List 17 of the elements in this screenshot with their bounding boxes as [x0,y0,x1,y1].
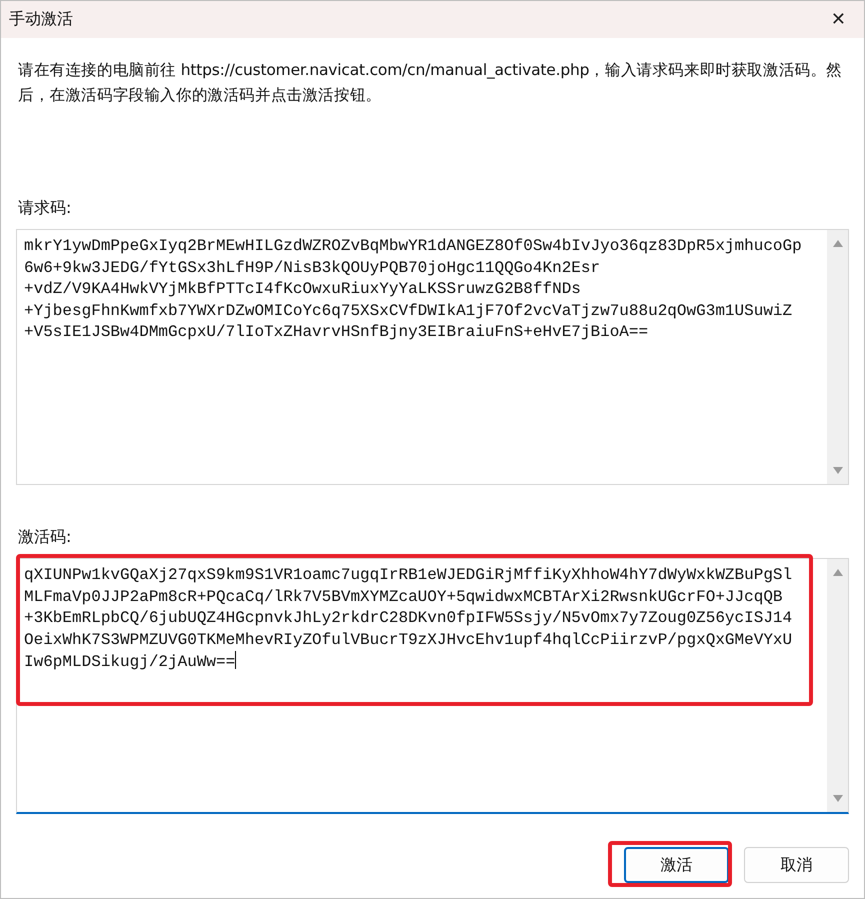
scroll-up-icon[interactable] [832,569,842,576]
code-text: mkrY1ywDmPpeGxIyq2BrMEwHILGzdWZROZvBqMbwYR1dANGEZ8Of0Sw4bIvJyo36qz83DpR5xjmhucoGp 6w6+9kw3JEDG/fYtGSx3hLfH9P/NisB3kQOUyPQB70joHgc11QQGo4Kn2Esr +vdZ/V9KA4HwkVYjMkBfPTTcI4fKcOwxuRiuxYyYaLKSSruwzG2B8ffNDs +YjbesgFhnKwmfxb7YWXrDZwOMICoYc6q75XSxCVfDWIkA1jF7Of2vcVaTjzw7u88u2qOwG3m1USuwiZ +V5sIE1JSBw4DMmGcpxU/7lIoTxZHavrvHSnfBjny3EIBraiuFnS+eHvE7jBioA== [24,236,803,343]
scroll-bar[interactable] [827,230,848,484]
field-label: 激活码: [18,527,72,548]
text-area[interactable] [16,558,849,814]
scroll-down-icon[interactable] [832,467,842,474]
close-button[interactable]: ✕ [822,7,854,32]
scroll-bar[interactable] [827,559,848,812]
code-text: qXIUNPw1kvGQaXj27qxS9km9S1VR1oamc7ugqIrRB1eWJEDGiRjMffiKyXhhoW4hY7dWyWxkWZBuPgSl MLFmaVp0JJP2aPm8cR+PQcaCq/lRk7V5BVmXYMZcaUOY+5qwidwxMCBTArXi2RwsnkUGcrFO+JJcqQB +3KbEmRLpbCQ/6jubUQZ4HGcpnvkJhLy2rkdrC28DKvn0fpIFW5Ssjy/N5vOmx7y7Zoug0Z56ycISJ14 OeixWhK7S3WPMZUVG0TKMeMhevRIyZOfulVBucrT9zXJHvcEhv1upf4hqlCcPiirzvP/pgxQxGMeVYxU Iw6pMLDSikugj/2jAuWw== [24,565,794,673]
field-label: 请求码: [18,198,72,219]
activate-button[interactable]: 激活 [624,847,729,883]
scroll-up-icon[interactable] [832,240,842,247]
instruction-text: 请在有连接的电脑前往 https://customer.navicat.com/cn/manual_activate.php，输入请求码来即时获取激活码。然后，在激活码字段输入你的激活码并点击激活按钮。 [18,60,844,106]
window-title: 手动激活 [9,9,73,30]
scroll-down-icon[interactable] [832,795,842,802]
text-area[interactable] [16,229,849,485]
cancel-button[interactable]: 取消 [744,847,849,883]
